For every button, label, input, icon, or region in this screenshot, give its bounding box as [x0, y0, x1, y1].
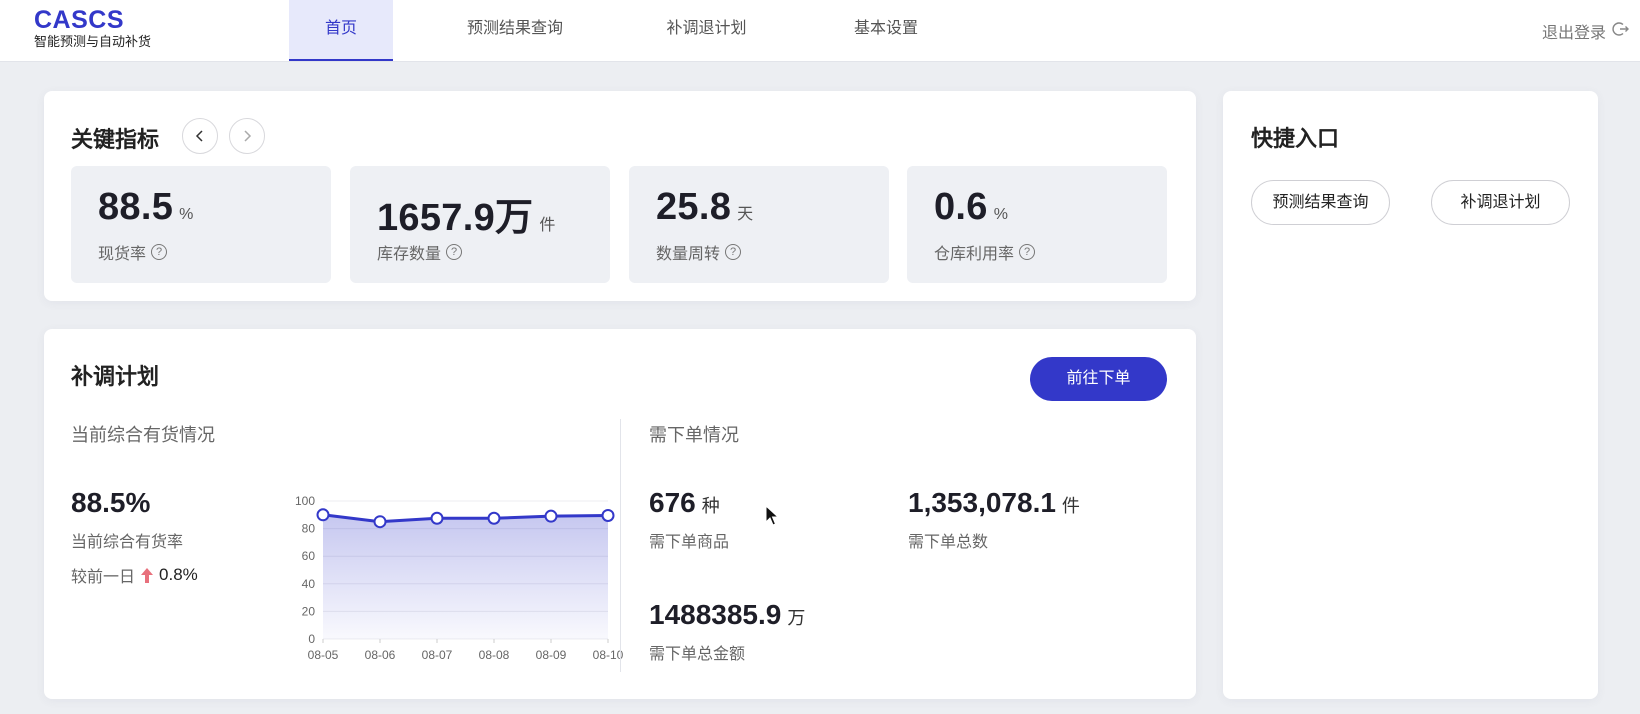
- kpi-inventory-qty: 1657.9万件 库存数量?: [350, 166, 610, 283]
- help-icon[interactable]: ?: [1019, 244, 1036, 260]
- section-divider: [620, 419, 621, 672]
- order-amount-unit: 万: [787, 608, 806, 628]
- order-amount-metric: 1488385.9 万: [649, 599, 805, 631]
- order-amount-label: 需下单总金额: [649, 646, 746, 663]
- quick-forecast-query-button[interactable]: 预测结果查询: [1251, 180, 1390, 225]
- availability-line-chart: 0 20 40 60 80 100 08-05 08-06 08-07 08-08 08-09 08-…: [295, 494, 624, 662]
- x-tick-label: 08-05: [308, 648, 339, 662]
- kpi-value: 0.6: [934, 186, 988, 228]
- logout-icon: [1612, 20, 1630, 43]
- order-total-label: 需下单总数: [908, 534, 989, 551]
- tab-settings[interactable]: 基本设置: [842, 0, 930, 61]
- chevron-right-icon: [244, 130, 252, 142]
- data-point: [373, 515, 387, 529]
- availability-section-title: 当前综合有货情况: [71, 425, 215, 445]
- order-amount-value: 1488385.9: [649, 599, 782, 630]
- kpi-value: 88.5: [98, 186, 174, 228]
- quick-entry-card: 快捷入口 预测结果查询 补调退计划: [1223, 91, 1598, 699]
- kpi-label: 库存数量: [377, 246, 442, 263]
- kpi-label: 现货率: [98, 246, 147, 263]
- data-point: [430, 511, 444, 525]
- kpi-unit: %: [179, 206, 194, 223]
- y-tick-label: 100: [295, 494, 315, 508]
- help-icon[interactable]: ?: [151, 244, 168, 260]
- orders-section-title: 需下单情况: [649, 425, 739, 445]
- quick-entry-title: 快捷入口: [1251, 126, 1340, 151]
- kpi-unit: 天: [737, 206, 754, 223]
- change-value: 0.8%: [159, 565, 198, 584]
- data-point: [316, 508, 330, 522]
- availability-rate: 88.5%: [71, 487, 151, 518]
- help-icon[interactable]: ?: [446, 244, 463, 260]
- logout-button[interactable]: 退出登录: [1542, 19, 1630, 43]
- kpi-label: 仓库利用率: [934, 246, 1015, 263]
- help-icon[interactable]: ?: [725, 244, 742, 260]
- kpi-value: 25.8: [656, 186, 732, 228]
- day-change-row: 较前一日 0.8%: [71, 563, 198, 587]
- x-tick-label: 08-08: [479, 648, 510, 662]
- order-total-value: 1,353,078.1: [908, 487, 1056, 518]
- x-tick-label: 08-09: [536, 648, 567, 662]
- brand-logo[interactable]: CASCS 智能预测与自动补货: [34, 6, 151, 50]
- data-point: [544, 509, 558, 523]
- go-order-button[interactable]: 前往下单: [1030, 357, 1167, 401]
- series-area: [323, 514, 608, 639]
- tab-home[interactable]: 首页: [289, 0, 393, 61]
- x-tick-label: 08-06: [365, 648, 396, 662]
- kpi-unit: %: [993, 206, 1008, 223]
- y-tick-label: 0: [308, 632, 315, 646]
- brand-subtitle: 智能预测与自动补货: [34, 34, 152, 49]
- tab-replenish-plan[interactable]: 补调退计划: [655, 0, 758, 61]
- arrow-up-icon: [141, 568, 154, 583]
- order-items-unit: 种: [701, 496, 720, 516]
- plan-title: 补调计划: [71, 364, 160, 389]
- prev-button[interactable]: [182, 118, 218, 154]
- y-tick-label: 60: [302, 549, 316, 563]
- top-nav-bar: CASCS 智能预测与自动补货 首页 预测结果查询 补调退计划 基本设置 退出登…: [0, 0, 1640, 62]
- availability-rate-label: 当前综合有货率: [71, 534, 184, 551]
- order-items-label: 需下单商品: [649, 534, 730, 551]
- kpi-unit: 件: [539, 217, 556, 234]
- y-tick-label: 20: [302, 604, 316, 618]
- kpi-value: 1657.9万: [377, 197, 534, 239]
- y-tick-label: 80: [302, 522, 316, 536]
- data-point: [601, 508, 615, 522]
- x-tick-label: 08-10: [593, 648, 624, 662]
- tab-forecast-query[interactable]: 预测结果查询: [455, 0, 575, 61]
- kpi-warehouse-usage: 0.6% 仓库利用率?: [907, 166, 1167, 283]
- change-label: 较前一日: [71, 569, 136, 586]
- kpi-label: 数量周转: [656, 246, 721, 263]
- chevron-left-icon: [195, 130, 203, 142]
- order-total-unit: 件: [1061, 496, 1080, 516]
- data-point: [487, 511, 501, 525]
- order-items-metric: 676 种: [649, 487, 720, 519]
- replenish-plan-card: 补调计划 前往下单 当前综合有货情况 88.5% 当前综合有货率 较前一日 0.…: [44, 329, 1196, 699]
- logout-label: 退出登录: [1541, 25, 1606, 42]
- x-tick-label: 08-07: [422, 648, 453, 662]
- mouse-cursor-icon: [765, 505, 779, 526]
- y-tick-label: 40: [302, 577, 316, 591]
- brand-name: CASCS: [34, 6, 125, 34]
- quick-replenish-plan-button[interactable]: 补调退计划: [1431, 180, 1570, 225]
- next-button[interactable]: [229, 118, 265, 154]
- kpi-stock-rate: 88.5% 现货率?: [71, 166, 331, 283]
- key-indicators-card: 关键指标 88.5% 现货率? 1657.9万件 库存数量? 25.8 天 数量周…: [44, 91, 1196, 301]
- kpi-turnover: 25.8 天 数量周转?: [629, 166, 889, 283]
- key-indicators-title: 关键指标: [71, 127, 160, 152]
- order-total-metric: 1,353,078.1 件: [908, 487, 1080, 519]
- order-items-value: 676: [649, 487, 696, 518]
